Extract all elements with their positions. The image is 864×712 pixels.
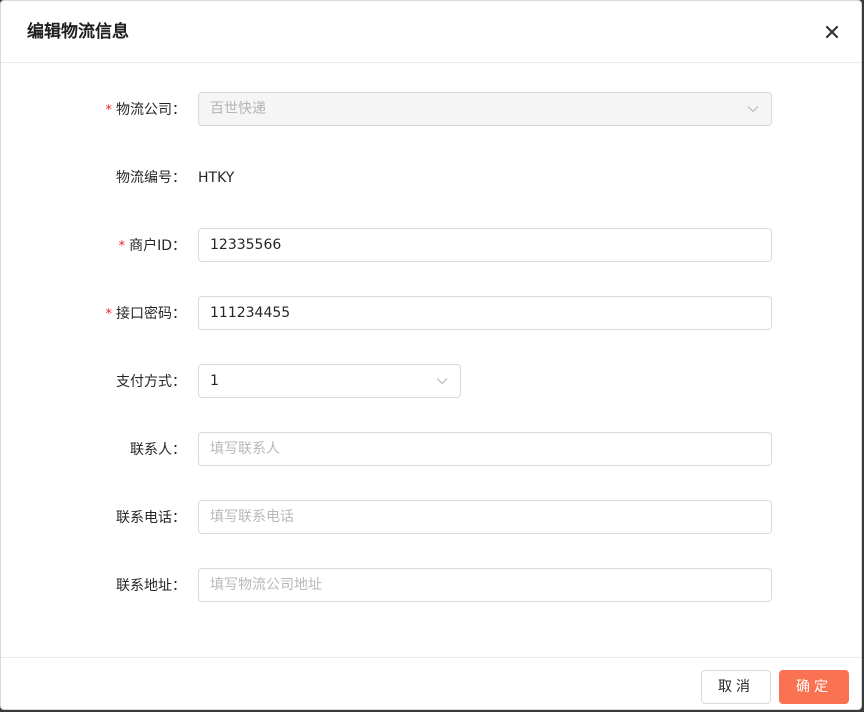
logistics-company-select[interactable]: 百世快递 [198,92,772,126]
field-label-logistics-code: 物流编号： [116,170,186,186]
address-placeholder: 填写物流公司地址 [210,577,322,593]
phone-placeholder: 填写联系电话 [210,509,294,525]
payment-method-select[interactable]: 1 [198,364,461,398]
api-password-value: 111234455 [210,305,291,321]
contact-input[interactable]: 填写联系人 [198,432,772,466]
dialog-header: 编辑物流信息 [1,1,861,63]
form-row-address: 联系地址： 填写物流公司地址 [1,568,861,604]
contact-placeholder: 填写联系人 [210,441,280,457]
dialog-title: 编辑物流信息 [27,22,129,42]
form-row-api-password: * 接口密码： 111234455 [1,296,861,332]
payment-method-value: 1 [210,373,219,389]
field-label-phone: 联系电话： [116,510,186,526]
chevron-down-icon [436,365,448,397]
form-row-logistics-code: 物流编号： HTKY [1,160,861,196]
required-mark: * [118,239,126,254]
field-label-merchant-id: * 商户ID： [118,238,186,254]
merchant-id-value: 12335566 [210,237,282,253]
close-icon [825,25,839,39]
logistics-company-value: 百世快递 [210,101,266,117]
address-input[interactable]: 填写物流公司地址 [198,568,772,602]
phone-input[interactable]: 填写联系电话 [198,500,772,534]
chevron-down-icon [747,93,759,125]
close-button[interactable] [819,19,845,45]
field-label-api-password: * 接口密码： [105,306,187,322]
form-row-phone: 联系电话： 填写联系电话 [1,500,861,536]
field-label-contact: 联系人： [130,442,186,458]
form-row-contact: 联系人： 填写联系人 [1,432,861,468]
dialog-footer: 取消 确定 [1,657,861,709]
field-label-address: 联系地址： [116,578,186,594]
field-label-payment-method: 支付方式： [116,374,186,390]
confirm-button[interactable]: 确定 [779,670,849,704]
form-row-merchant-id: * 商户ID： 12335566 [1,228,861,264]
required-mark: * [105,103,113,118]
field-label-logistics-company: * 物流公司： [105,102,187,118]
logistics-code-value: HTKY [198,170,235,186]
form-row-payment-method: 支付方式： 1 [1,364,861,400]
required-mark: * [105,307,113,322]
api-password-input[interactable]: 111234455 [198,296,772,330]
edit-logistics-dialog: 编辑物流信息 * 物流公司： 百世快递 物流编号： HTKY * 商户ID： 1… [0,0,862,710]
form-row-logistics-company: * 物流公司： 百世快递 [1,92,861,128]
merchant-id-input[interactable]: 12335566 [198,228,772,262]
cancel-button[interactable]: 取消 [701,670,771,704]
